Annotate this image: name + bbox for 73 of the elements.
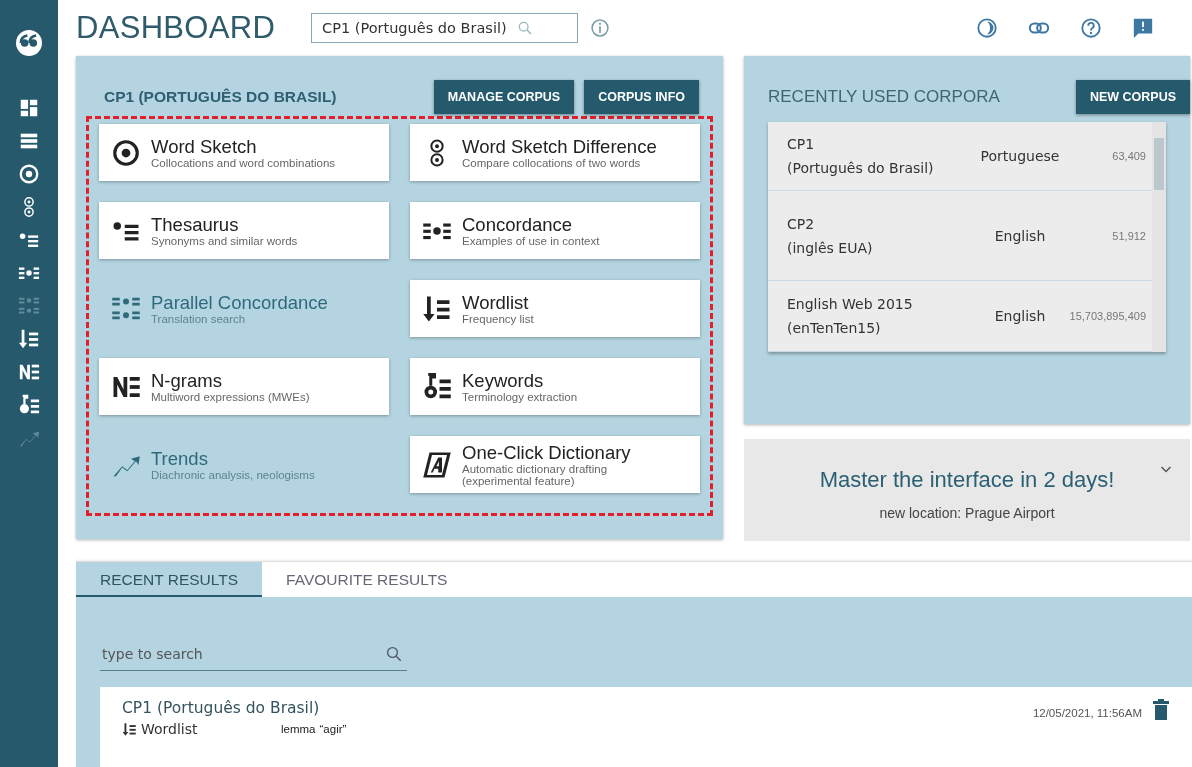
tool-title: Keywords: [462, 370, 545, 391]
search-icon: [516, 20, 533, 36]
promo-subtitle: new location: Prague Airport: [879, 505, 1055, 521]
result-query: “agir”: [319, 723, 347, 735]
tool-title: Thesaurus: [151, 214, 240, 235]
tool-title: Wordlist: [462, 292, 530, 313]
feedback-icon[interactable]: [1132, 17, 1154, 39]
results-tab[interactable]: FAVOURITE RESULTS: [262, 562, 472, 597]
tool-description: Compare collocations of two words: [462, 156, 642, 169]
tool-description: Collocations and word combinations: [151, 156, 336, 169]
result-query-label: lemma: [281, 723, 316, 735]
corpus-language: English: [993, 308, 1047, 325]
result-item[interactable]: CP1 (Português do Brasil) Wordlist lemma “agir” 12/05/2021, 11:56AM: [100, 687, 1192, 767]
info-icon[interactable]: [590, 18, 611, 38]
tool-card[interactable]: Concordance Examples of use in context: [410, 202, 700, 259]
corpus-name[interactable]: English Web 2015: [787, 292, 975, 317]
corpus-size: 51,912: [1111, 229, 1147, 242]
scrollbar[interactable]: [1152, 122, 1166, 352]
tool-title: N-grams: [151, 370, 223, 391]
results-search-field[interactable]: type to search: [100, 637, 407, 671]
tool-card[interactable]: Word Sketch Collocations and word combinations: [99, 124, 389, 181]
corpus-detail: (Português do Brasil): [787, 158, 935, 178]
tool-description: Examples of use in context: [462, 234, 600, 247]
corpus-search-field[interactable]: CP1 (Português do Brasil): [311, 13, 579, 43]
corpus-language: Portuguese: [979, 147, 1061, 164]
corpus-name[interactable]: CP2: [787, 211, 975, 236]
tool-title: Parallel Concordance: [151, 292, 328, 313]
half-moon-icon[interactable]: [976, 17, 998, 39]
keyword-list-icon[interactable]: [18, 394, 40, 416]
sort-list-icon: [122, 721, 137, 737]
corpus-title: CP1 (PORTUGUÊS DO BRASIL): [104, 88, 337, 106]
tool-title: Concordance: [462, 214, 574, 235]
tool-description: Synonyms and similar words: [151, 234, 298, 247]
corpus-button[interactable]: MANAGE CORPUS: [433, 80, 575, 114]
target-icon[interactable]: [18, 163, 40, 185]
corpus-size: 15,703,895,409: [1068, 310, 1147, 323]
tool-description: Frequency list: [462, 312, 534, 325]
tool-description: Translation search: [151, 312, 247, 325]
result-time: 12/05/2021, 11:56AM: [1032, 707, 1142, 719]
promo-title: Master the interface in 2 days!: [819, 467, 1115, 493]
tool-card[interactable]: Word Sketch Difference Compare collocations of two words: [410, 124, 700, 181]
corpus-detail: (enTenTen15): [787, 319, 882, 339]
corpus-detail: (inglês EUA): [787, 238, 874, 258]
help-icon[interactable]: [1080, 17, 1102, 39]
dashboard-icon[interactable]: [18, 97, 40, 119]
target-icon: [111, 137, 141, 168]
tool-card[interactable]: Wordlist Frequency list: [410, 280, 700, 337]
tool-card[interactable]: N-grams Multiword expressions (MWEs): [99, 358, 389, 415]
result-corpus: CP1 (Português do Brasil): [122, 699, 321, 717]
new-corpus-button[interactable]: NEW CORPUS: [1075, 80, 1190, 114]
tool-title: Trends: [151, 448, 209, 469]
tool-title: Word Sketch: [151, 136, 258, 157]
search-icon: [385, 645, 403, 663]
tool-description: Terminology extraction: [462, 390, 578, 403]
tool-description: Diachronic analysis, neologisms: [151, 468, 315, 481]
page-title: DASHBOARD: [76, 10, 276, 46]
tool-title: One-Click Dictionary: [462, 442, 632, 463]
tool-description: Multiword expressions (MWEs): [151, 390, 310, 403]
results-tab[interactable]: RECENT RESULTS: [76, 562, 263, 597]
logo-icon[interactable]: [16, 30, 42, 56]
trash-icon[interactable]: [1152, 699, 1170, 721]
tool-title: Word Sketch Difference: [462, 136, 657, 157]
result-tool: Wordlist: [141, 721, 199, 737]
tool-description: Automatic dictionary drafting (experimental feature): [462, 462, 608, 487]
corpus-button[interactable]: CORPUS INFO: [584, 80, 699, 114]
tool-card[interactable]: Keywords Terminology extraction: [410, 358, 700, 415]
corpus-name[interactable]: CP1: [787, 131, 975, 156]
recent-corpora-title: RECENTLY USED CORPORA: [768, 87, 1000, 107]
sort-list-icon[interactable]: [18, 328, 40, 350]
corpus-size: 63,409: [1111, 149, 1147, 162]
corpus-language: English: [993, 227, 1047, 244]
tool-card[interactable]: Thesaurus Synonyms and similar words: [99, 202, 389, 259]
tool-card[interactable]: One-Click Dictionary Automatic dictionary drafting (experimental feature): [410, 436, 700, 493]
